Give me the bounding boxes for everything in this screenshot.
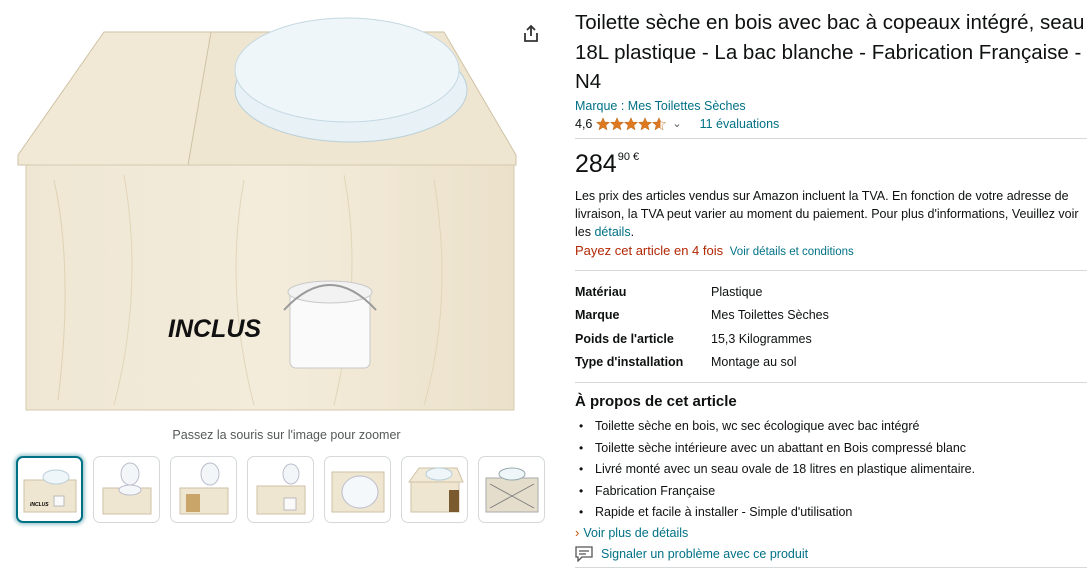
spec-key: Matériau — [575, 285, 627, 300]
spec-table: Matériau Plastique Marque Mes Toilettes Sè… — [575, 281, 1087, 374]
see-more-label: Voir plus de détails — [583, 525, 689, 540]
price-fraction: 90 € — [617, 150, 640, 163]
spec-key: Poids de l'article — [575, 331, 674, 346]
thumbnail-4[interactable] — [247, 456, 314, 523]
list-item: • Fabrication Française — [579, 483, 716, 498]
bullet-text: Toilette sèche en bois, wc sec écologiqu… — [595, 419, 920, 434]
about-bullets: • Toilette sèche en bois, wc sec écologiq… — [575, 416, 1087, 524]
main-product-image[interactable]: INCLUS — [14, 10, 544, 418]
price: 284 90 € — [575, 149, 1087, 181]
thumbnail-7[interactable] — [478, 456, 545, 523]
thumbnail-3[interactable] — [170, 456, 237, 523]
list-item: • Toilette sèche intérieure avec un abatt… — [579, 440, 967, 455]
spec-row: Matériau Plastique — [575, 281, 1087, 304]
report-problem-link[interactable]: Signaler un problème avec ce produit — [575, 546, 808, 562]
spec-row: Poids de l'article 15,3 Kilogrammes — [575, 327, 1087, 350]
bullet-text: Livré monté avec un seau ovale de 18 lit… — [595, 462, 976, 477]
brand-link[interactable]: Marque : Mes Toilettes Sèches — [575, 99, 1087, 113]
list-item: • Rapide et facile à installer - Simple d… — [579, 505, 853, 520]
spec-row: Marque Mes Toilettes Sèches — [575, 304, 1087, 327]
vat-text: Les prix des articles vendus sur Amazon … — [575, 188, 1079, 239]
spec-value: 15,3 Kilogrammes — [711, 331, 812, 346]
spec-value: Montage au sol — [711, 355, 797, 370]
thumbnail-1[interactable]: INCLUS — [16, 456, 83, 523]
star-icon — [624, 116, 639, 130]
report-label: Signaler un problème avec ce produit — [601, 547, 809, 561]
reviews-link[interactable]: 11 évaluations — [700, 117, 780, 131]
chevron-down-icon[interactable]: ⌄ — [672, 117, 681, 130]
product-info: Toilette sèche en bois avec bac à copeau… — [575, 8, 1087, 540]
star-icon — [652, 116, 667, 130]
inclus-label: INCLUS — [168, 315, 261, 343]
installments-text: Payez cet article en 4 fois — [575, 242, 724, 258]
product-title: Toilette sèche en bois avec bac à copeau… — [575, 11, 1085, 93]
vat-notice: Les prix des articles vendus sur Amazon … — [575, 187, 1087, 241]
star-icon — [638, 116, 653, 130]
share-icon[interactable] — [519, 22, 543, 46]
divider — [575, 381, 1087, 383]
star-icon — [610, 116, 625, 130]
spec-value: Plastique — [711, 285, 763, 300]
rating-row: 4,6 ⌄ 11 évaluations — [575, 115, 1087, 133]
thumbnail-5[interactable] — [324, 456, 391, 523]
vat-end: . — [630, 224, 635, 239]
list-item: • Livré monté avec un seau ovale de 18 li… — [579, 462, 976, 477]
zoom-hint: Passez la souris sur l'image pour zoomer — [172, 428, 401, 442]
about-title: À propos de cet article — [575, 392, 737, 410]
divider — [575, 269, 1087, 271]
bullet-text: Fabrication Française — [595, 483, 716, 498]
price-whole: 284 — [575, 149, 617, 178]
spec-key: Marque — [575, 308, 620, 323]
spec-key: Type d'installation — [575, 355, 684, 370]
bullet-text: Rapide et facile à installer - Simple d'… — [595, 505, 853, 520]
rating-stars[interactable] — [596, 116, 667, 131]
divider — [575, 137, 1087, 139]
divider — [575, 567, 1087, 568]
installments-link[interactable]: Voir détails et conditions — [730, 246, 854, 258]
thumbnail-6[interactable] — [401, 456, 468, 523]
see-more-link[interactable]: › Voir plus de détails — [575, 525, 1087, 540]
report-icon — [575, 546, 593, 562]
chevron-right-icon: › — [575, 525, 580, 541]
spec-value: Mes Toilettes Sèches — [711, 308, 829, 323]
thumbnail-strip: INCLUS — [16, 456, 545, 523]
thumbnail-2[interactable] — [93, 456, 160, 523]
star-icon — [596, 116, 611, 130]
installments-row: Payez cet article en 4 fois Voir détails… — [575, 243, 1087, 258]
list-item: • Toilette sèche en bois, wc sec écologiq… — [579, 419, 920, 434]
vat-details-link[interactable]: détails — [594, 225, 630, 239]
svg-text:INCLUS: INCLUS — [30, 502, 49, 508]
spec-row: Type d'installation Montage au sol — [575, 350, 1087, 373]
rating-value: 4,6 — [575, 116, 593, 131]
bullet-text: Toilette sèche intérieure avec un abatta… — [595, 440, 967, 455]
